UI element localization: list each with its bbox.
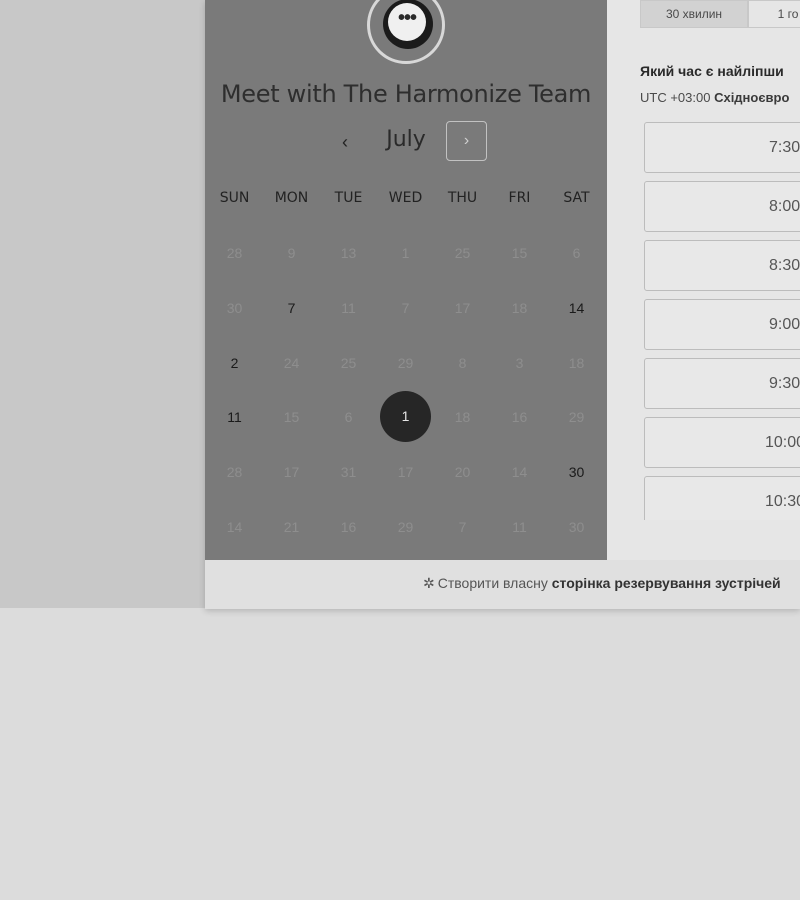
calendar-day[interactable]: 2 [206,343,263,383]
duration-1h-button[interactable]: 1 го [748,0,800,28]
avatar: ••• [367,0,445,64]
timezone-offset: UTC +03:00 [640,90,715,105]
month-navigation: ‹ July › [205,121,607,163]
time-panel: 30 хвилин 1 го Який час є найліпши UTC +… [607,0,800,560]
footer-link-text: сторінка резервування зустрічей [551,575,781,591]
time-question: Який час є найліпши [640,63,784,79]
calendar-day: 14 [511,464,528,480]
weekday-label: THU [447,190,478,206]
next-month-button[interactable]: › [446,121,487,161]
calendar-day: 16 [340,519,357,535]
calendar-day: 25 [340,355,357,371]
calendar-day[interactable]: 11 [206,397,263,437]
calendar-day: 17 [283,464,300,480]
time-slot-label: 7:30 [769,139,800,156]
time-slot-label: 9:30 [769,375,800,392]
selected-day-number: 1 [380,391,431,442]
calendar-day: 31 [340,464,357,480]
calendar-day[interactable]: 30 [548,452,605,492]
time-slot-button[interactable]: 8:30 [644,240,800,291]
calendar-day: 9 [287,245,296,261]
time-slot-button[interactable]: 7:30 [644,122,800,173]
time-slot-label: 8:00 [769,198,800,215]
chat-bubble-icon: ••• [383,0,433,49]
month-label: July [386,127,426,152]
duration-selector: 30 хвилин 1 го [640,0,800,28]
calendar-day: 8 [458,355,467,371]
calendar-day: 6 [344,409,353,425]
calendar-day: 21 [283,519,300,535]
calendar-day: 6 [572,245,581,261]
footer-prefix: Створити власну [437,575,552,591]
timezone-label[interactable]: UTC +03:00 Східноєвро [640,90,789,105]
ellipsis-icon: ••• [388,3,426,41]
weekday-label: TUE [334,190,363,206]
time-slot-label: 9:00 [769,316,800,333]
time-slot-label: 10:00 [765,434,800,451]
calendar-day: 28 [226,464,243,480]
weekday-label: SUN [219,190,250,206]
time-slot-button[interactable]: 8:00 [644,181,800,232]
calendar-day: 11 [512,519,527,535]
calendar-day: 29 [568,409,585,425]
calendar-day: 13 [340,245,357,261]
create-booking-page-link[interactable]: ✲ Створити власну сторінка резервування з… [423,575,781,592]
calendar-day: 29 [397,519,414,535]
footer: ✲ Створити власну сторінка резервування з… [205,560,800,609]
calendar-day: 11 [341,300,356,316]
page-title: Meet with The Harmonize Team [220,80,592,108]
calendar-day[interactable]: 14 [548,288,605,328]
calendar-day: 20 [454,464,471,480]
calendar-day: 24 [283,355,300,371]
calendar-day: 3 [515,355,524,371]
calendar-panel: ••• Meet with The Harmonize Team ‹ July … [205,0,607,560]
calendar-day: 15 [511,245,528,261]
calendar-day: 1 [401,245,410,261]
weekday-label: FRI [508,190,531,206]
calendar-day: 16 [511,409,528,425]
timezone-name: Східноєвро [714,90,790,105]
sprocket-icon: ✲ [423,575,435,591]
calendar-day: 17 [454,300,471,316]
calendar-day: 18 [511,300,528,316]
calendar-day: 30 [568,519,585,535]
calendar-day: 18 [454,409,471,425]
prev-month-button[interactable]: ‹ [333,125,357,159]
time-slot-button[interactable]: 9:00 [644,299,800,350]
time-slot-list: 7:30 8:00 8:30 9:00 9:30 10:00 10:30 [644,122,800,520]
calendar-day: 7 [458,519,467,535]
calendar-day: 15 [283,409,300,425]
booking-widget: ••• Meet with The Harmonize Team ‹ July … [205,0,800,609]
time-slot-label: 8:30 [769,257,800,274]
calendar-day: 30 [226,300,243,316]
calendar-day-selected[interactable]: 1 [377,391,434,442]
calendar-day[interactable]: 7 [263,288,320,328]
calendar-day: 18 [568,355,585,371]
weekday-label: MON [274,190,309,206]
weekday-label: SAT [563,190,590,206]
time-slot-label: 10:30 [765,493,800,510]
time-slot-button[interactable]: 10:00 [644,417,800,468]
weekday-label: WED [388,190,423,206]
time-slot-button[interactable]: 10:30 [644,476,800,520]
calendar-day: 25 [454,245,471,261]
calendar-day: 29 [397,355,414,371]
calendar-day: 28 [226,245,243,261]
calendar-day: 14 [226,519,243,535]
weekday-header: SUN MON TUE WED THU FRI SAT [205,190,607,208]
calendar-day: 7 [401,300,410,316]
time-slot-button[interactable]: 9:30 [644,358,800,409]
duration-30min-button[interactable]: 30 хвилин [640,0,748,28]
calendar-day: 17 [397,464,414,480]
